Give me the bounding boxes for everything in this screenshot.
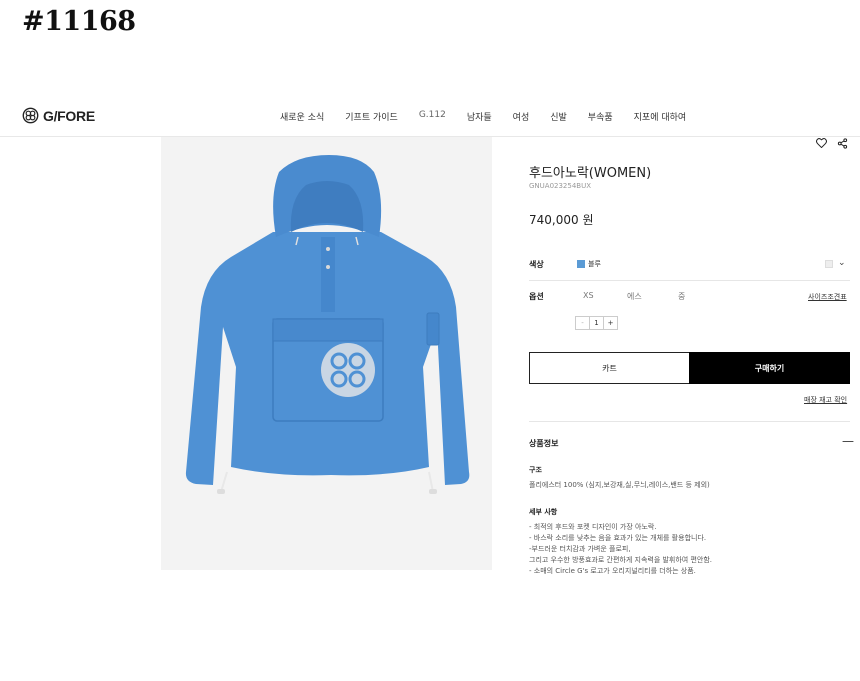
nav-item-gift-guide[interactable]: 기프트 가이드 bbox=[345, 110, 398, 123]
nav-item-women[interactable]: 여성 bbox=[513, 110, 530, 123]
wishlist-heart-icon[interactable] bbox=[816, 138, 827, 148]
divider bbox=[529, 280, 850, 281]
material-heading: 구조 bbox=[529, 466, 542, 474]
nav-item-g112[interactable]: G.112 bbox=[419, 110, 446, 123]
product-sku: GNUA023254BUX bbox=[529, 182, 592, 190]
detail-line: -부드러운 터치감과 가벼운 플로피, bbox=[529, 545, 631, 553]
quantity-stepper: - 1 + bbox=[575, 316, 618, 330]
quantity-increase-button[interactable]: + bbox=[603, 316, 618, 330]
gfore-logo-icon bbox=[22, 107, 39, 124]
option-label: 옵션 bbox=[529, 292, 544, 301]
product-info-heading[interactable]: 상품정보 bbox=[529, 438, 558, 449]
nav-item-accessories[interactable]: 부속품 bbox=[588, 110, 613, 123]
quantity-decrease-button[interactable]: - bbox=[575, 316, 590, 330]
color-select-chip[interactable] bbox=[825, 260, 833, 268]
collapse-toggle-icon[interactable]: — bbox=[842, 434, 854, 448]
size-option-xs[interactable]: XS bbox=[583, 291, 594, 300]
color-name: 블루 bbox=[588, 260, 601, 268]
logo-text: G/FORE bbox=[43, 107, 95, 124]
product-price: 740,000 원 bbox=[529, 213, 594, 227]
color-label: 색상 bbox=[529, 260, 544, 269]
size-guide-link[interactable]: 사이즈조견표 bbox=[808, 292, 847, 302]
size-option-s[interactable]: 에스 bbox=[627, 291, 642, 302]
nav-item-about[interactable]: 지포에 대하여 bbox=[634, 110, 687, 123]
detail-line: - 소매의 Circle G's 로고가 오리지널리티를 더하는 상품. bbox=[529, 567, 696, 575]
nav-item-men[interactable]: 남자들 bbox=[467, 110, 492, 123]
item-id: #11168 bbox=[22, 6, 136, 37]
store-stock-link[interactable]: 매장 재고 확인 bbox=[804, 395, 847, 405]
chevron-down-icon[interactable]: ⌄ bbox=[838, 258, 846, 268]
color-swatch[interactable] bbox=[577, 260, 585, 268]
site-header: G/FORE 새로운 소식 기프트 가이드 G.112 남자들 여성 신발 부속… bbox=[0, 100, 860, 137]
add-to-cart-button[interactable]: 카트 bbox=[529, 352, 690, 384]
nav-item-news[interactable]: 새로운 소식 bbox=[280, 110, 324, 123]
divider bbox=[529, 421, 850, 422]
nav-item-shoes[interactable]: 신발 bbox=[550, 110, 567, 123]
detail-line: - 바스락 소리를 낮추는 음을 효과가 있는 개체를 활용합니다. bbox=[529, 534, 707, 542]
size-option-m[interactable]: 중 bbox=[678, 291, 685, 302]
details-heading: 세부 사항 bbox=[529, 508, 558, 516]
detail-line: - 최적의 후드와 포켓 디자인이 가장 아노락. bbox=[529, 523, 657, 531]
share-icon[interactable] bbox=[837, 138, 848, 149]
product-title: 후드아노락(WOMEN) bbox=[529, 166, 652, 181]
brand-logo[interactable]: G/FORE bbox=[22, 107, 95, 124]
hooded-anorak-illustration bbox=[185, 155, 470, 494]
detail-line: 그리고 우수한 방풍효과로 간편하게 지속력을 발휘하여 편안함. bbox=[529, 556, 713, 564]
product-image[interactable] bbox=[161, 137, 492, 570]
main-nav: 새로운 소식 기프트 가이드 G.112 남자들 여성 신발 부속품 지포에 대… bbox=[280, 110, 707, 123]
quantity-value[interactable]: 1 bbox=[589, 316, 604, 330]
buy-now-button[interactable]: 구매하기 bbox=[689, 352, 850, 384]
product-actions bbox=[816, 138, 848, 149]
material-text: 폴리에스터 100% (심지,보강재,실,무늬,레이스,밴드 등 제외) bbox=[529, 481, 710, 489]
